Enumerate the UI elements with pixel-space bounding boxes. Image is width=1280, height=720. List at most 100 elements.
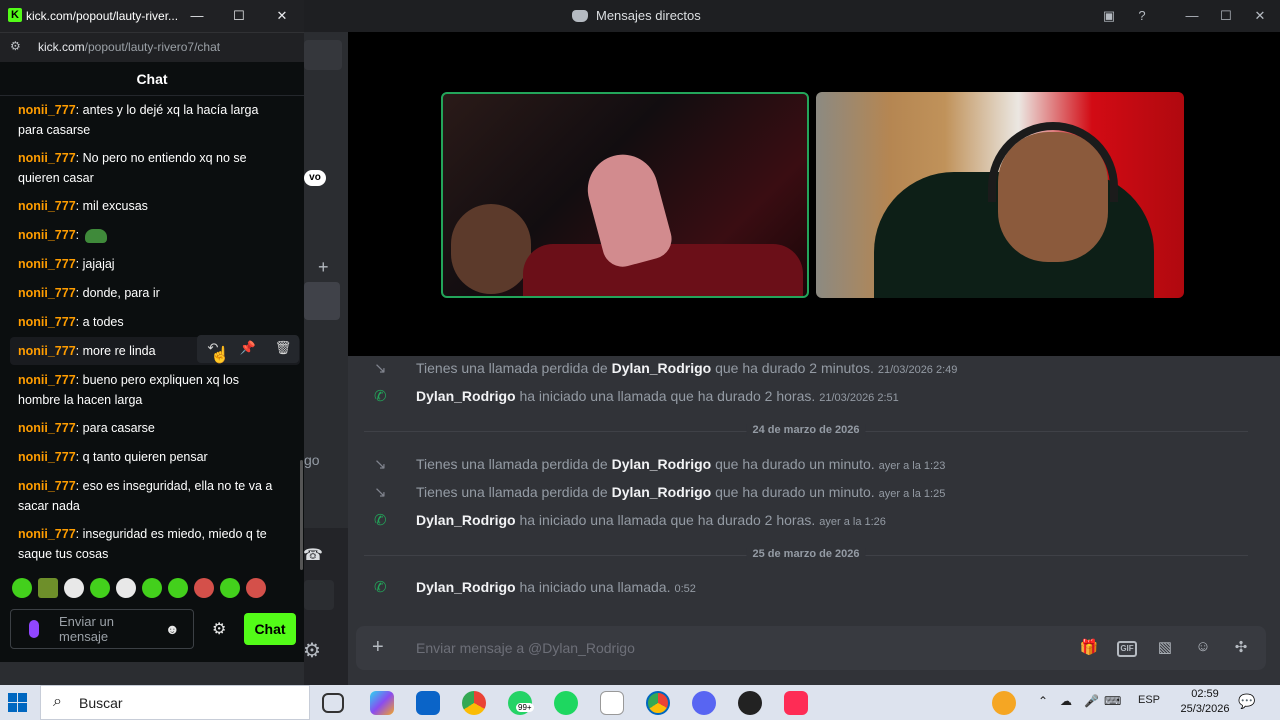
taskbar-search[interactable]: ⌕ Buscar <box>40 685 310 720</box>
chat-username[interactable]: nonii_777 <box>18 344 76 358</box>
chat-username[interactable]: nonii_777 <box>18 151 76 165</box>
capcut-icon[interactable] <box>600 691 624 715</box>
chat-username[interactable]: nonii_777 <box>18 228 76 242</box>
sticker-icon[interactable]: ▧ <box>1154 638 1176 658</box>
chat-message: nonii_777: antes y lo dejé xq la hacía l… <box>18 103 259 137</box>
apps-icon[interactable]: ✣ <box>1230 638 1252 658</box>
chevron-up-icon[interactable]: ⌃ <box>1038 694 1048 708</box>
app-icon[interactable] <box>738 691 762 715</box>
sidebar-selected-dm[interactable] <box>304 282 340 320</box>
help-icon[interactable]: ? <box>1131 6 1153 26</box>
user-panel[interactable] <box>304 580 334 610</box>
call-timestamp: ayer a la 1:26 <box>819 516 886 528</box>
call-user-link[interactable]: Dylan_Rodrigo <box>612 484 712 500</box>
discord-logo-icon <box>572 9 588 22</box>
chat-username[interactable]: nonii_777 <box>18 315 76 329</box>
user-settings-gear-icon[interactable]: ⚙ <box>303 638 321 663</box>
address-bar[interactable]: ⚙ kick.com/popout/lauty-rivero7/chat <box>0 32 304 62</box>
emote-icon[interactable] <box>90 578 110 598</box>
chat-input[interactable]: Enviar un mensaje ☻ <box>10 609 194 649</box>
emote-icon[interactable] <box>38 578 58 598</box>
chat-username[interactable]: nonii_777 <box>18 257 76 271</box>
video-person-2 <box>451 204 531 294</box>
chat-message: nonii_777: bueno pero expliquen xq los h… <box>18 373 239 407</box>
emote-icon[interactable] <box>246 578 266 598</box>
cloud-icon[interactable]: ☁ <box>1060 694 1072 708</box>
missed-call-icon: ↘ <box>374 360 387 377</box>
upload-plus-icon[interactable]: + <box>372 636 384 659</box>
call-user-link[interactable]: Dylan_Rodrigo <box>416 512 516 528</box>
maximize-button[interactable]: ☐ <box>228 6 250 26</box>
chrome-profile-icon[interactable] <box>646 691 670 715</box>
whatsapp-icon[interactable]: 99+ <box>508 691 534 715</box>
chat-message-list: nonii_777: antes y lo dejé xq la hacía l… <box>0 96 304 566</box>
chat-username[interactable]: nonii_777 <box>18 479 76 493</box>
create-dm-plus-icon[interactable]: + <box>318 257 329 278</box>
call-timestamp: 21/03/2026 2:49 <box>877 364 958 376</box>
task-view-icon[interactable] <box>322 693 344 713</box>
send-chat-button[interactable]: Chat <box>244 613 296 645</box>
minimize-button[interactable]: — <box>1181 6 1203 26</box>
chat-username[interactable]: nonii_777 <box>18 286 76 300</box>
chat-settings-gear-icon[interactable]: ⚙ <box>212 619 226 639</box>
microphone-icon[interactable] <box>29 620 39 638</box>
video-tile-self[interactable] <box>816 92 1184 298</box>
emote-icon[interactable] <box>64 578 84 598</box>
chat-username[interactable]: nonii_777 <box>18 421 76 435</box>
video-tile-dylan[interactable] <box>441 92 809 298</box>
tiktok-icon[interactable] <box>784 691 808 715</box>
close-button[interactable]: ✕ <box>271 6 293 26</box>
chat-username[interactable]: nonii_777 <box>18 527 76 541</box>
composer-placeholder[interactable]: Enviar mensaje a @Dylan_Rodrigo <box>416 640 635 656</box>
chrome-icon[interactable] <box>462 691 486 715</box>
discord-taskbar-icon[interactable] <box>692 691 716 715</box>
delete-icon[interactable]: 🗑 <box>273 340 293 358</box>
weather-icon[interactable] <box>992 691 1016 715</box>
windows-start-icon[interactable] <box>8 693 28 713</box>
disconnect-icon[interactable]: ☎ <box>303 545 323 565</box>
emote-icon[interactable] <box>116 578 136 598</box>
emote-icon[interactable] <box>220 578 240 598</box>
call-user-link[interactable]: Dylan_Rodrigo <box>612 456 712 472</box>
outlook-icon[interactable] <box>416 691 440 715</box>
chat-username[interactable]: nonii_777 <box>18 103 76 117</box>
kick-popout-window: K kick.com/popout/lauty-river... — ☐ ✕ ⚙… <box>0 0 304 662</box>
emoji-icon[interactable]: ☺ <box>1192 638 1214 658</box>
pin-icon[interactable]: 📌 <box>238 340 258 358</box>
emote-icon[interactable] <box>168 578 188 598</box>
minimize-button[interactable]: — <box>186 6 208 26</box>
language-indicator[interactable]: ESP <box>1138 694 1160 706</box>
gift-icon[interactable]: 🎁 <box>1078 638 1100 658</box>
keyboard-icon[interactable]: ⌨ <box>1104 694 1121 708</box>
emote-icon[interactable] <box>12 578 32 598</box>
inbox-icon[interactable]: ▣ <box>1098 6 1120 26</box>
notification-icon[interactable]: 💬 <box>1238 693 1255 710</box>
call-user-link[interactable]: Dylan_Rodrigo <box>612 360 712 376</box>
emoji-picker-icon[interactable]: ☻ <box>165 621 181 637</box>
chat-username[interactable]: nonii_777 <box>18 373 76 387</box>
call-video-area <box>348 32 1280 356</box>
chat-username[interactable]: nonii_777 <box>18 199 76 213</box>
sidebar-search[interactable] <box>304 40 342 70</box>
taskbar-clock[interactable]: 02:59 25/3/2026 <box>1174 687 1236 717</box>
emote-icon[interactable] <box>142 578 162 598</box>
search-icon: ⌕ <box>53 693 62 710</box>
url-text[interactable]: kick.com/popout/lauty-rivero7/chat <box>38 40 220 54</box>
sidebar-badge: vo <box>304 170 326 186</box>
windows-taskbar: ⌕ Buscar 99+ ⌃ ☁ 🎤 ⌨ ESP 02:59 25/3/2026… <box>0 685 1280 720</box>
emote-icon[interactable] <box>194 578 214 598</box>
chat-input-placeholder[interactable]: Enviar un mensaje <box>59 614 149 644</box>
microphone-tray-icon[interactable]: 🎤 <box>1084 694 1099 708</box>
maximize-button[interactable]: ☐ <box>1215 6 1237 26</box>
chat-scrollbar[interactable] <box>300 460 303 570</box>
gif-icon[interactable]: GIF <box>1116 638 1138 658</box>
copilot-icon[interactable] <box>370 691 394 715</box>
message-composer[interactable]: + Enviar mensaje a @Dylan_Rodrigo 🎁 GIF … <box>356 626 1266 670</box>
site-settings-icon[interactable]: ⚙ <box>10 39 21 53</box>
call-user-link[interactable]: Dylan_Rodrigo <box>416 388 516 404</box>
missed-call-icon: ↘ <box>374 484 387 501</box>
spotify-icon[interactable] <box>554 691 578 715</box>
chat-username[interactable]: nonii_777 <box>18 450 76 464</box>
close-button[interactable]: ✕ <box>1249 6 1271 26</box>
call-user-link[interactable]: Dylan_Rodrigo <box>416 579 516 595</box>
